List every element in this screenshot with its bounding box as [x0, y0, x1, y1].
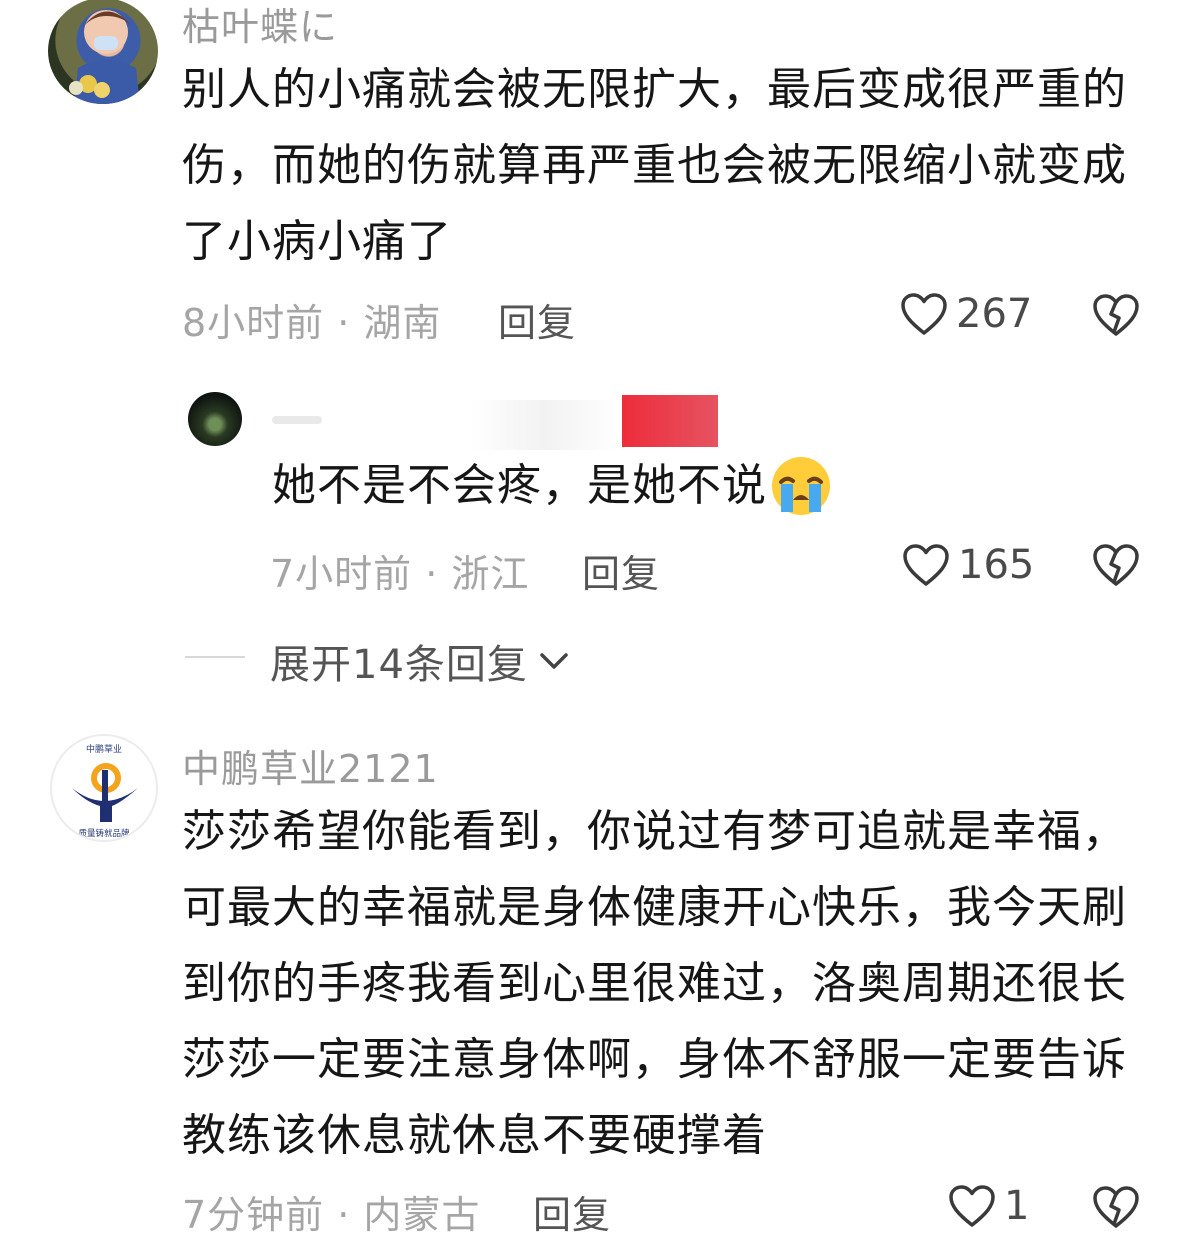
comment-text-line: 别人的小痛就会被无限扩大，最后变成很严重的	[182, 64, 1127, 115]
comment-meta: 8小时前 · 湖南	[182, 301, 442, 345]
comment-username[interactable]: 枯叶蝶に	[182, 0, 338, 51]
expand-divider	[185, 656, 245, 658]
avatar[interactable]: 中鹏草业 质量铸就品牌	[50, 734, 158, 842]
comment-text-line: 可最大的幸福就是身体健康开心快乐，我今天刷	[182, 882, 1127, 933]
comment-text-line: 到你的手疼我看到心里很难过，洛奥周期还很长	[182, 958, 1127, 1009]
like-button[interactable]: 1	[948, 1183, 1029, 1229]
broken-heart-icon[interactable]	[1092, 292, 1140, 338]
comment-text-line: 了小病小痛了	[182, 216, 452, 267]
redacted-username	[272, 416, 322, 424]
heart-outline-icon	[901, 293, 947, 335]
comment-meta: 7分钟前 · 内蒙古	[182, 1193, 481, 1237]
crying-face-emoji	[772, 457, 830, 515]
avatar[interactable]	[188, 392, 242, 446]
avatar[interactable]	[48, 0, 158, 104]
reply-button[interactable]: 回复	[498, 292, 576, 347]
company-logo-icon: 中鹏草业 质量铸就品牌	[72, 743, 138, 839]
logo-top-text: 中鹏草业	[86, 743, 122, 755]
heart-outline-icon	[903, 544, 949, 586]
comment-text-line: 伤，而她的伤就算再严重也会被无限缩小就变成	[182, 140, 1127, 191]
like-count: 1	[1004, 1183, 1030, 1229]
broken-heart-icon[interactable]	[1092, 542, 1140, 588]
like-button[interactable]: 267	[900, 291, 1032, 337]
avatar-illustration-icon	[69, 10, 140, 104]
broken-heart-icon[interactable]	[1092, 1184, 1140, 1230]
comment-text-line: 教练该休息就休息不要硬撑着	[182, 1110, 767, 1161]
redaction-block	[622, 395, 718, 447]
reply-text-body: 她不是不会疼，是她不说	[272, 460, 767, 511]
reply-button[interactable]: 回复	[582, 543, 660, 598]
heart-outline-icon	[949, 1185, 995, 1227]
reply-text: 她不是不会疼，是她不说	[272, 448, 833, 524]
comment-text-line: 莎莎一定要注意身体啊，身体不舒服一定要告诉	[182, 1034, 1127, 1085]
expand-replies-button[interactable]: 展开14条回复	[270, 632, 570, 690]
chevron-down-icon	[540, 653, 568, 669]
like-button[interactable]: 165	[902, 542, 1034, 588]
logo-bottom-text: 质量铸就品牌	[78, 828, 130, 839]
comment-username[interactable]: 中鹏草业2121	[182, 738, 439, 793]
expand-replies-label: 展开14条回复	[270, 642, 528, 688]
comment-meta: 7小时前 · 浙江	[270, 552, 530, 596]
like-count: 165	[958, 542, 1035, 588]
comment-text-line: 莎莎希望你能看到，你说过有梦可追就是幸福，	[182, 806, 1127, 857]
like-count: 267	[956, 291, 1033, 337]
reply-button[interactable]: 回复	[533, 1184, 611, 1239]
